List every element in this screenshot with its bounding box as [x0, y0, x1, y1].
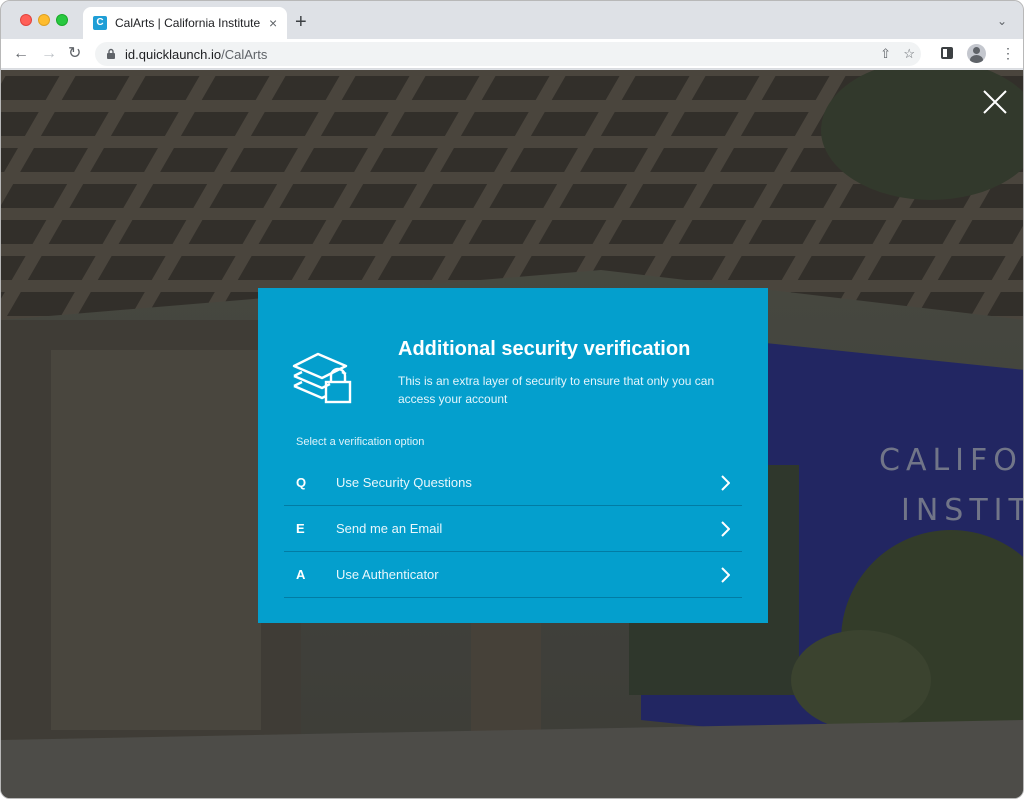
bookmark-star-icon[interactable]: ☆: [903, 46, 915, 62]
url-host: id.quicklaunch.io: [125, 46, 222, 62]
option-key: A: [296, 567, 306, 582]
browser-window: C CalArts | California Institute of the …: [0, 0, 1024, 799]
close-icon[interactable]: [981, 88, 1009, 116]
option-authenticator[interactable]: A Use Authenticator: [284, 552, 742, 598]
modal-title: Additional security verification: [398, 338, 691, 360]
modal-subtitle: This is an extra layer of security to en…: [398, 374, 715, 406]
chevron-right-icon: [721, 475, 730, 491]
option-list: Q Use Security Questions E Send me an Em…: [284, 460, 742, 598]
back-arrow-icon[interactable]: ←: [13, 45, 29, 63]
new-tab-button[interactable]: +: [295, 12, 307, 32]
browser-tab[interactable]: C CalArts | California Institute of the …: [83, 7, 287, 39]
page-content: CALIFOR INSTITU: [1, 70, 1023, 798]
option-key: Q: [296, 475, 307, 490]
option-label: Use Security Questions: [336, 475, 472, 490]
option-label: Send me an Email: [336, 521, 443, 536]
option-prompt: Select a verification option: [296, 436, 425, 448]
maximize-window-button[interactable]: [56, 14, 68, 26]
layers-lock-icon: [292, 352, 352, 404]
tab-close-icon[interactable]: ×: [269, 16, 277, 30]
reload-icon[interactable]: ↻: [68, 45, 81, 63]
verification-modal: Additional security verification This is…: [258, 288, 768, 623]
chevron-right-icon: [721, 521, 730, 537]
tab-title: CalArts | California Institute of the Ar…: [115, 16, 263, 30]
option-key: E: [296, 521, 305, 536]
share-icon[interactable]: ⇧: [880, 46, 891, 62]
side-panel-icon[interactable]: [941, 47, 953, 59]
forward-arrow-icon[interactable]: →: [41, 45, 57, 63]
option-email[interactable]: E Send me an Email: [284, 506, 742, 552]
tab-strip: C CalArts | California Institute of the …: [1, 1, 1023, 39]
menu-kebab-icon[interactable]: ⋮: [1001, 46, 1015, 60]
close-window-button[interactable]: [20, 14, 32, 26]
url-path: /CalArts: [221, 46, 268, 62]
browser-toolbar: ← → ↻ id.quicklaunch.io/CalArts ⇧ ☆ ⋮: [1, 39, 1023, 69]
address-bar[interactable]: id.quicklaunch.io/CalArts ⇧ ☆: [95, 42, 921, 66]
lock-icon: [107, 48, 115, 59]
tab-search-icon[interactable]: ⌄: [997, 14, 1007, 28]
profile-avatar[interactable]: [967, 44, 986, 63]
minimize-window-button[interactable]: [38, 14, 50, 26]
favicon-icon: C: [93, 16, 107, 30]
chevron-right-icon: [721, 567, 730, 583]
option-security-questions[interactable]: Q Use Security Questions: [284, 460, 742, 506]
option-label: Use Authenticator: [336, 567, 439, 582]
